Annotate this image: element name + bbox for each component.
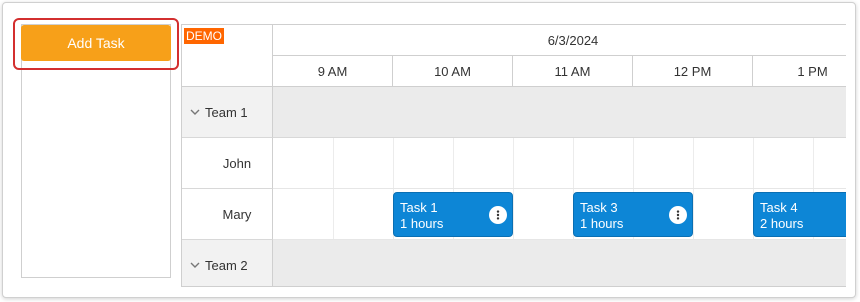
resource-row-john: John <box>182 138 273 189</box>
hour-cell: 11 AM <box>513 56 633 87</box>
resource-label: Mary <box>222 206 252 222</box>
group-label: Team 1 <box>205 104 248 120</box>
hour-label: 9 AM <box>317 63 348 79</box>
resource-label: John <box>222 155 252 171</box>
event-task-3[interactable]: Task 3 1 hours <box>573 192 693 237</box>
group-row-cells <box>273 240 846 286</box>
resource-row-cells[interactable] <box>273 138 846 189</box>
hour-header: 9 AM 10 AM 11 AM 12 PM 1 PM <box>273 56 846 87</box>
hour-cell: 9 AM <box>273 56 393 87</box>
demo-badge: DEMO <box>184 28 224 44</box>
chevron-down-icon[interactable] <box>190 260 200 270</box>
event-title: Task 4 <box>760 200 798 215</box>
more-vertical-icon[interactable] <box>669 206 687 224</box>
scheduler: DEMO 6/3/2024 9 AM 10 AM 11 AM 12 PM 1 P… <box>181 24 846 287</box>
event-task-4[interactable]: Task 4 2 hours <box>753 192 846 237</box>
resource-row-mary: Mary <box>182 189 273 240</box>
hour-cell: 10 AM <box>393 56 513 87</box>
group-row-team-1[interactable]: Team 1 <box>182 87 273 138</box>
event-duration: 2 hours <box>760 216 804 231</box>
group-label: Team 2 <box>205 257 248 273</box>
hour-label: 1 PM <box>797 63 828 79</box>
hour-label: 10 AM <box>434 63 471 79</box>
group-row-team-2[interactable]: Team 2 <box>182 240 273 286</box>
event-task-1[interactable]: Task 1 1 hours <box>393 192 513 237</box>
task-panel <box>21 24 171 278</box>
hour-label: 11 AM <box>554 63 591 79</box>
group-row-cells <box>273 87 846 138</box>
add-task-button[interactable]: Add Task <box>21 25 171 61</box>
chevron-down-icon[interactable] <box>190 107 200 117</box>
scheduler-corner: DEMO <box>182 25 273 87</box>
hour-cell: 1 PM <box>753 56 846 87</box>
date-label: 6/3/2024 <box>547 32 599 48</box>
resource-row-cells[interactable]: Task 1 1 hours Task 3 1 hours Task 4 2 h… <box>273 189 846 240</box>
date-header: 6/3/2024 <box>273 25 846 56</box>
more-vertical-icon[interactable] <box>489 206 507 224</box>
hour-label: 12 PM <box>673 63 712 79</box>
hour-cell: 12 PM <box>633 56 753 87</box>
